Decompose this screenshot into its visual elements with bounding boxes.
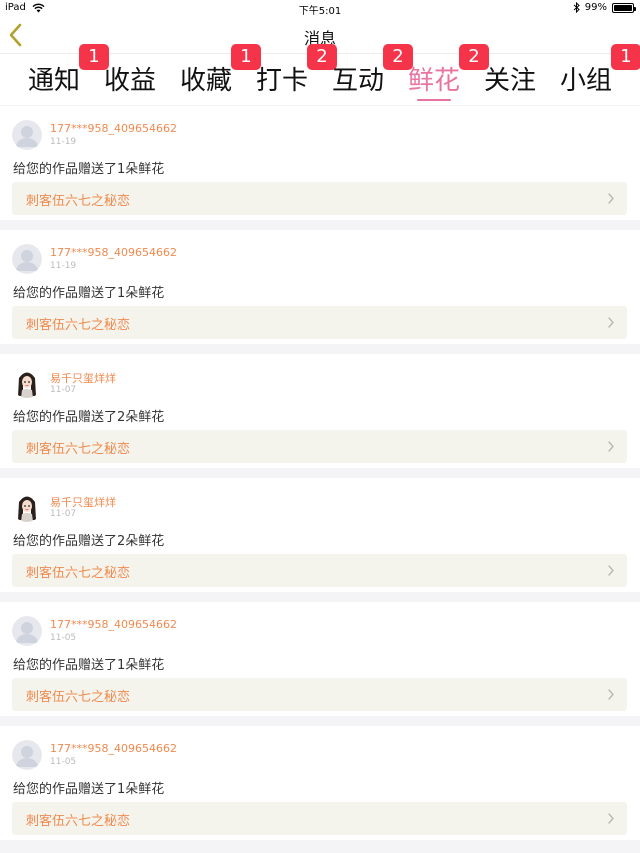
status-time: 下午5:01 (298, 6, 342, 17)
notification-date: 11-05 (50, 633, 77, 643)
user-avatar-photo[interactable] (12, 492, 42, 522)
notification-card: 易千只玺烊烊 11-07 给您的作品赠送了2朵鲜花刺客伍六七之秘恋 (0, 354, 640, 468)
tab-6[interactable]: 关注 (474, 54, 546, 106)
chevron-right-icon (608, 813, 614, 824)
chevron-right-icon (608, 317, 614, 328)
battery-percent: 99% (584, 2, 607, 13)
work-link[interactable]: 刺客伍六七之秘恋 (12, 430, 627, 463)
chevron-right-icon (608, 689, 614, 700)
back-arrow-icon (9, 23, 22, 47)
default-avatar-icon[interactable] (12, 616, 42, 646)
notification-message: 给您的作品赠送了2朵鲜花 (13, 410, 165, 425)
status-bar: iPad 下午5:01 99% (0, 0, 640, 17)
work-link[interactable]: 刺客伍六七之秘恋 (12, 182, 627, 215)
work-link[interactable]: 刺客伍六七之秘恋 (12, 306, 627, 339)
notification-date: 11-05 (50, 757, 77, 767)
notification-card: 易千只玺烊烊 11-07 给您的作品赠送了2朵鲜花刺客伍六七之秘恋 (0, 478, 640, 592)
active-tab-indicator (417, 99, 451, 101)
tab-3[interactable]: 打卡 2 (246, 44, 337, 106)
work-title: 刺客伍六七之秘恋 (26, 318, 131, 333)
chevron-right-icon (608, 193, 614, 204)
username[interactable]: 177***958_409654662 (50, 122, 177, 135)
tab-bar: 通知 1 收益 收藏 1 打卡 2 互动 2 鲜花 2 关注 小组 1 (0, 44, 640, 106)
username[interactable]: 易千只玺烊烊 (50, 494, 116, 510)
tab-0[interactable]: 通知 1 (18, 44, 109, 106)
notification-date: 11-07 (50, 509, 77, 519)
work-link[interactable]: 刺客伍六七之秘恋 (12, 554, 627, 587)
chevron-right-icon (608, 441, 614, 452)
chevron-right-icon (608, 565, 614, 576)
work-title: 刺客伍六七之秘恋 (26, 194, 131, 209)
unread-badge: 1 (611, 44, 640, 70)
work-title: 刺客伍六七之秘恋 (26, 814, 131, 829)
tab-2[interactable]: 收藏 1 (170, 44, 261, 106)
notification-message: 给您的作品赠送了1朵鲜花 (13, 782, 165, 797)
work-title: 刺客伍六七之秘恋 (26, 442, 131, 457)
notification-card: 177***958_409654662 11-05 给您的作品赠送了1朵鲜花刺客伍六… (0, 602, 640, 716)
tab-label: 收益 (103, 66, 156, 96)
tab-7[interactable]: 小组 1 (550, 44, 640, 106)
tab-5[interactable]: 鲜花 2 (398, 44, 489, 106)
default-avatar-icon[interactable] (12, 740, 42, 770)
tab-1[interactable]: 收益 (94, 54, 166, 106)
notification-date: 11-07 (50, 385, 77, 395)
default-avatar-icon[interactable] (12, 120, 42, 150)
battery-level (614, 4, 632, 11)
notification-card: 177***958_409654662 11-05 给您的作品赠送了1朵鲜花刺客伍六… (0, 726, 640, 840)
notification-date: 11-19 (50, 261, 77, 271)
notification-message: 给您的作品赠送了1朵鲜花 (13, 658, 165, 673)
work-title: 刺客伍六七之秘恋 (26, 566, 131, 581)
notification-card: 177***958_409654662 11-19 给您的作品赠送了1朵鲜花刺客伍六… (0, 106, 640, 220)
username[interactable]: 177***958_409654662 (50, 246, 177, 259)
notification-message: 给您的作品赠送了2朵鲜花 (13, 534, 165, 549)
tab-4[interactable]: 互动 2 (322, 44, 413, 106)
work-title: 刺客伍六七之秘恋 (26, 690, 131, 705)
username[interactable]: 177***958_409654662 (50, 742, 177, 755)
notification-message: 给您的作品赠送了1朵鲜花 (13, 162, 165, 177)
notification-date: 11-19 (50, 137, 77, 147)
default-avatar-icon[interactable] (12, 244, 42, 274)
status-right: 99% (573, 2, 636, 13)
notification-message: 给您的作品赠送了1朵鲜花 (13, 286, 165, 301)
notification-card: 177***958_409654662 11-19 给您的作品赠送了1朵鲜花刺客伍六… (0, 230, 640, 344)
work-link[interactable]: 刺客伍六七之秘恋 (12, 802, 627, 835)
user-avatar-photo[interactable] (12, 368, 42, 398)
username[interactable]: 易千只玺烊烊 (50, 370, 116, 386)
username[interactable]: 177***958_409654662 (50, 618, 177, 631)
back-button[interactable] (4, 21, 28, 49)
bluetooth-icon (573, 2, 580, 13)
work-link[interactable]: 刺客伍六七之秘恋 (12, 678, 627, 711)
tab-label: 关注 (483, 66, 536, 96)
battery-icon (612, 2, 636, 13)
